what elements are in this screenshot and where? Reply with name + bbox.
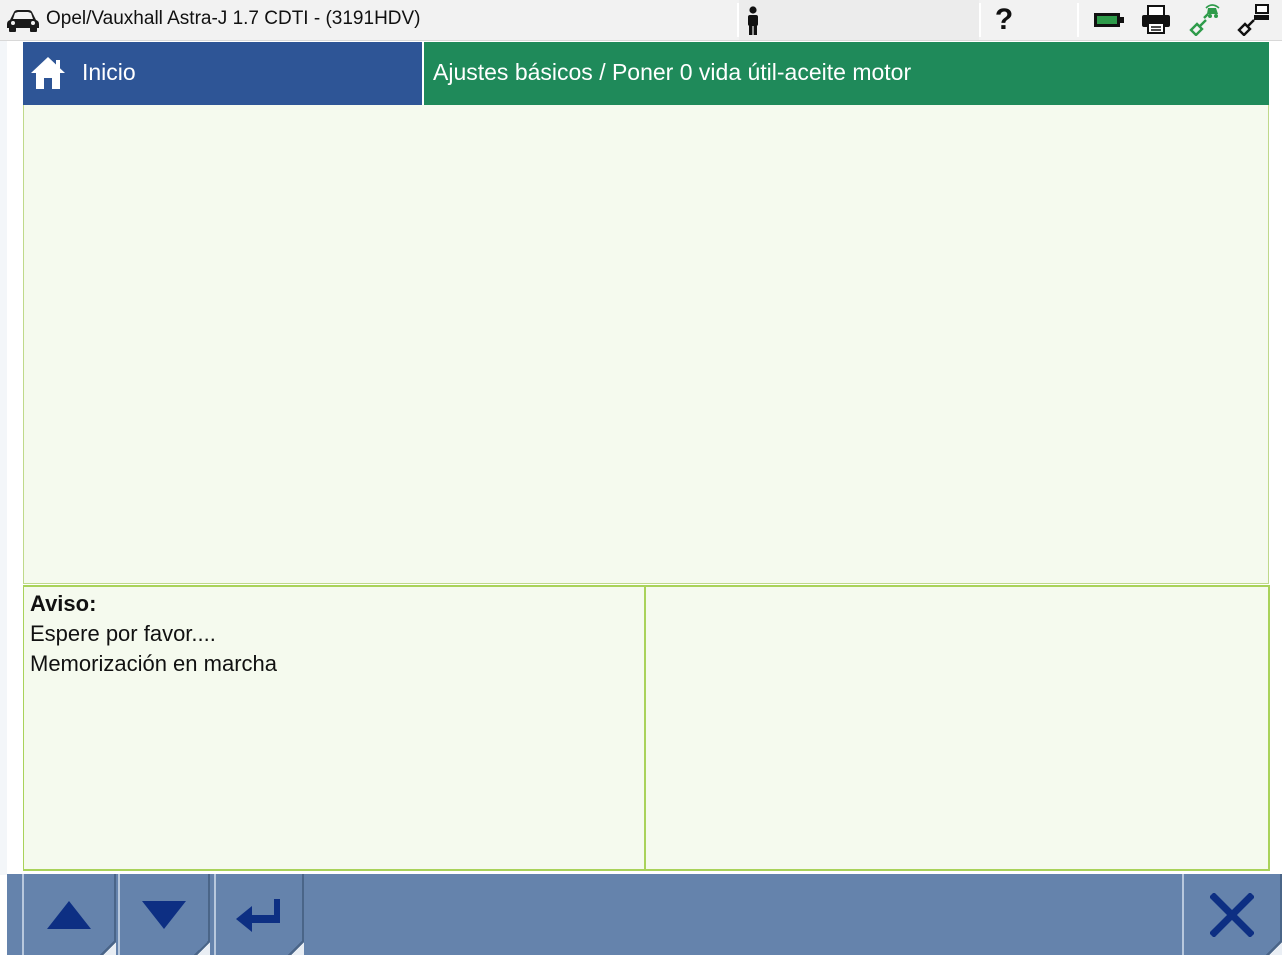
disconnect-icon[interactable] [1236,4,1270,36]
status-divider [737,3,739,37]
status-bar: Opel/Vauxhall Astra-J 1.7 CDTI - (3191HD… [0,0,1282,41]
notice-line: Memorización en marcha [30,651,277,676]
enter-icon [236,898,280,932]
home-icon [31,57,65,89]
notice-panel: Aviso: Espere por favor.... Memorización… [23,585,646,871]
main-panel [23,105,1269,584]
button-corner [194,939,210,955]
notice-heading: Aviso: [30,591,97,616]
car-icon [7,10,39,32]
close-icon [1210,892,1254,937]
button-corner [100,939,116,955]
help-icon[interactable]: ? [990,3,1018,37]
page-title: Ajustes básicos / Poner 0 vida útil-acei… [433,59,912,85]
arrow-up-icon [47,900,91,929]
status-divider [1077,3,1079,37]
status-segment-user [739,0,979,40]
person-icon[interactable] [744,6,762,36]
enter-button[interactable] [214,874,304,955]
arrow-down-icon [142,900,186,929]
home-tab[interactable]: Inicio [23,42,422,105]
page-title-bar: Ajustes básicos / Poner 0 vida útil-acei… [424,42,1269,105]
vehicle-title: Opel/Vauxhall Astra-J 1.7 CDTI - (3191HD… [46,8,421,29]
button-corner [288,939,304,955]
notice-line: Espere por favor.... [30,621,216,646]
info-panel [645,585,1270,871]
status-divider [979,3,981,37]
connection-status-icon[interactable] [1188,4,1222,36]
button-corner [1266,939,1282,955]
window-edge [0,40,7,875]
scroll-up-button[interactable] [22,874,116,955]
battery-icon [1094,13,1124,27]
scroll-down-button[interactable] [118,874,210,955]
printer-icon[interactable] [1140,5,1172,35]
home-label: Inicio [82,59,136,85]
close-button[interactable] [1182,874,1282,955]
